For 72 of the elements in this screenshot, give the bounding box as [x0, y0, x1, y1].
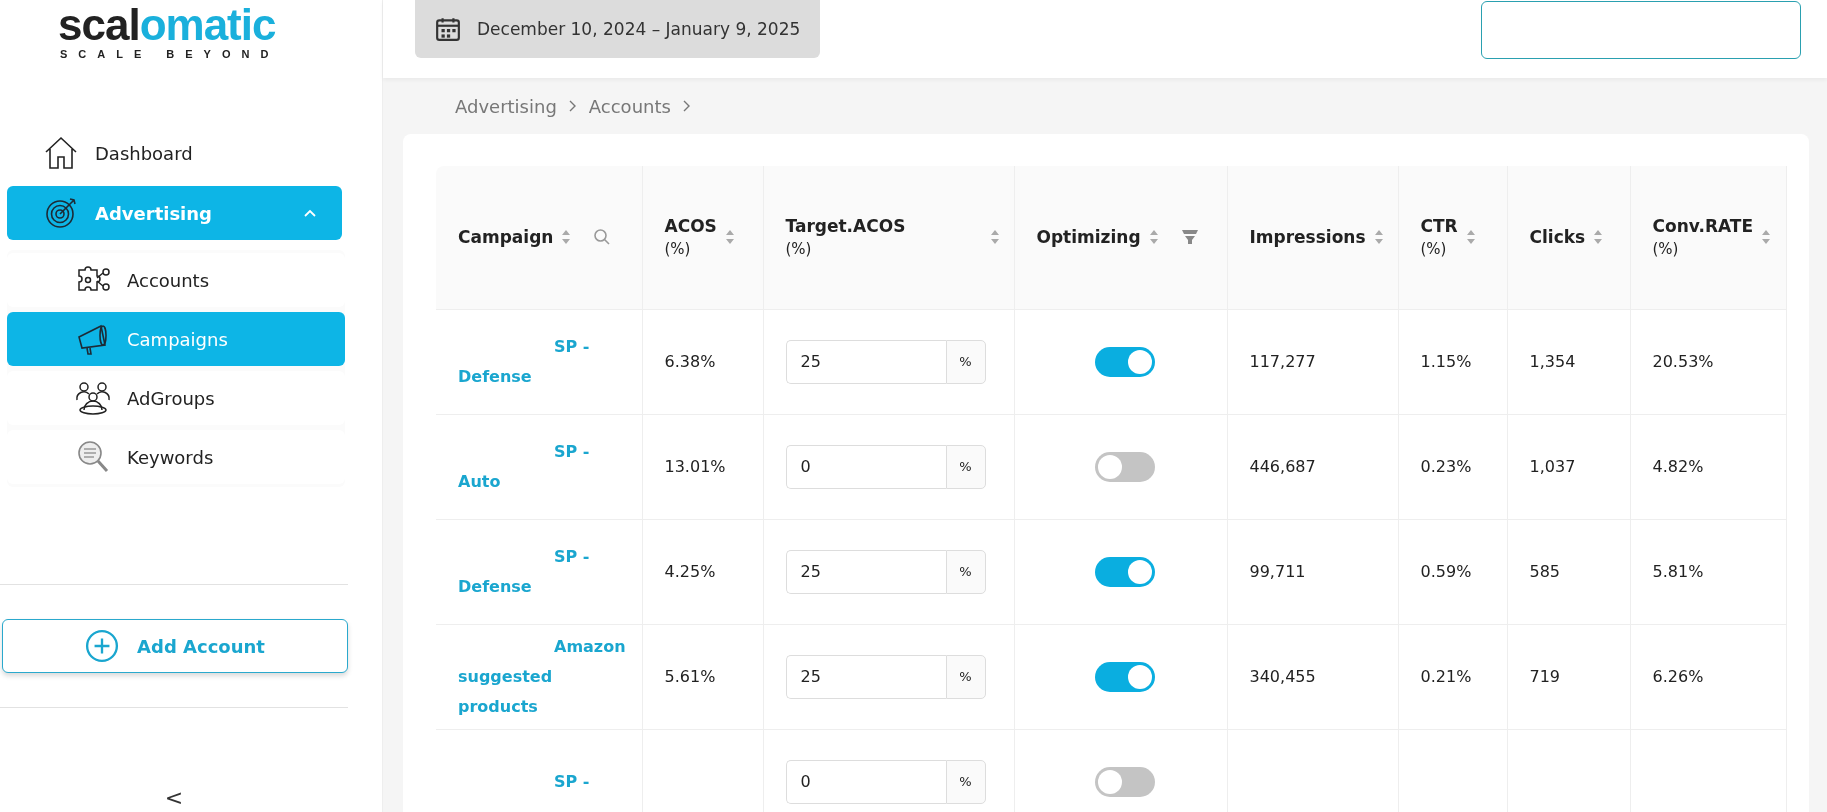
optimizing-toggle[interactable]	[1094, 556, 1155, 587]
collapse-button[interactable]: <	[158, 785, 190, 812]
table-cell: 20.53%	[1652, 352, 1714, 371]
target-acos-field[interactable]: 25	[785, 339, 946, 384]
table-cell: 446,687	[1249, 457, 1316, 476]
house-icon	[43, 135, 79, 171]
sort-icon[interactable]	[1593, 229, 1604, 246]
column-header[interactable]: CTR (%)	[1398, 166, 1507, 309]
table-cell: 13.01%	[664, 457, 726, 476]
magnifier-icon	[75, 439, 111, 475]
sort-icon[interactable]	[1148, 229, 1159, 246]
sort-icon[interactable]	[561, 229, 572, 246]
chevron-icon	[682, 100, 691, 112]
sort-icon[interactable]	[989, 229, 1000, 246]
column-header[interactable]: Campaign	[436, 166, 642, 309]
table-cell: 99,711	[1249, 562, 1306, 581]
target-acos-field[interactable]: 25	[785, 654, 946, 699]
table-cell: 6.38%	[664, 352, 716, 371]
table-cell: 1,354	[1529, 352, 1576, 371]
breadcrumb-link[interactable]: Accounts	[588, 95, 671, 117]
table-cell: 117,277	[1249, 352, 1316, 371]
optimizing-toggle[interactable]	[1094, 661, 1155, 692]
target-acos-field[interactable]: 25	[785, 549, 946, 594]
table-cell: 585	[1529, 562, 1561, 581]
chevron-icon	[568, 100, 577, 112]
filter-icon[interactable]	[1180, 228, 1199, 247]
column-header[interactable]: ACOS (%)	[642, 166, 763, 309]
submenu-item[interactable]: AdGroups	[7, 371, 345, 425]
column-header[interactable]: Clicks	[1507, 166, 1630, 309]
column-header[interactable]: Conv.RATE (%)	[1630, 166, 1786, 309]
percent-suffix: %	[945, 444, 986, 489]
optimizing-toggle[interactable]	[1094, 766, 1155, 797]
table-cell: 6.26%	[1652, 667, 1704, 686]
submenu-item[interactable]: Accounts	[7, 253, 345, 307]
table-cell: 5.81%	[1652, 562, 1704, 581]
optimizing-toggle[interactable]	[1094, 451, 1155, 482]
table-cell: 340,455	[1249, 667, 1316, 686]
sort-icon[interactable]	[1761, 229, 1772, 246]
percent-suffix: %	[945, 654, 986, 699]
calendar-icon	[435, 16, 461, 42]
breadcrumb-link[interactable]: Advertising	[455, 95, 557, 117]
date-range-button[interactable]: December 10, 2024 – January 9, 2025	[415, 0, 821, 58]
sort-icon[interactable]	[724, 229, 735, 246]
table-cell: 1,037	[1529, 457, 1576, 476]
percent-suffix: %	[945, 549, 986, 594]
table-cell: 1.15%	[1420, 352, 1472, 371]
people-icon	[75, 380, 111, 416]
sidebar-item[interactable]: Dashboard	[7, 126, 342, 180]
submenu-item[interactable]: Keywords	[7, 430, 345, 484]
target-acos-field[interactable]: 0	[785, 444, 946, 489]
column-header[interactable]: Impressions	[1227, 166, 1398, 309]
column-header[interactable]: Optimizing	[1014, 166, 1227, 309]
search-icon[interactable]	[593, 228, 612, 247]
percent-suffix: %	[945, 339, 986, 384]
table-cell: 0.59%	[1420, 562, 1472, 581]
logo-wordmark: scalomatic	[58, 2, 277, 48]
table-cell: 719	[1529, 667, 1561, 686]
plus-icon	[85, 629, 120, 663]
sort-icon[interactable]	[1465, 229, 1476, 246]
column-header[interactable]: Target.ACOS (%)	[763, 166, 1014, 309]
table-cell: 0.23%	[1420, 457, 1472, 476]
sort-icon[interactable]	[1373, 229, 1384, 246]
table-cell: 0.21%	[1420, 667, 1472, 686]
target-acos-field[interactable]: 0	[785, 759, 946, 804]
table-cell: 4.82%	[1652, 457, 1704, 476]
table-cell: 4.25%	[664, 562, 716, 581]
optimizing-toggle[interactable]	[1094, 346, 1155, 377]
table-cell: 5.61%	[664, 667, 716, 686]
logo-tagline: SCALE BEYOND	[60, 48, 281, 60]
percent-suffix: %	[945, 759, 986, 804]
target-icon	[43, 195, 79, 231]
account-selector[interactable]	[1481, 1, 1801, 59]
